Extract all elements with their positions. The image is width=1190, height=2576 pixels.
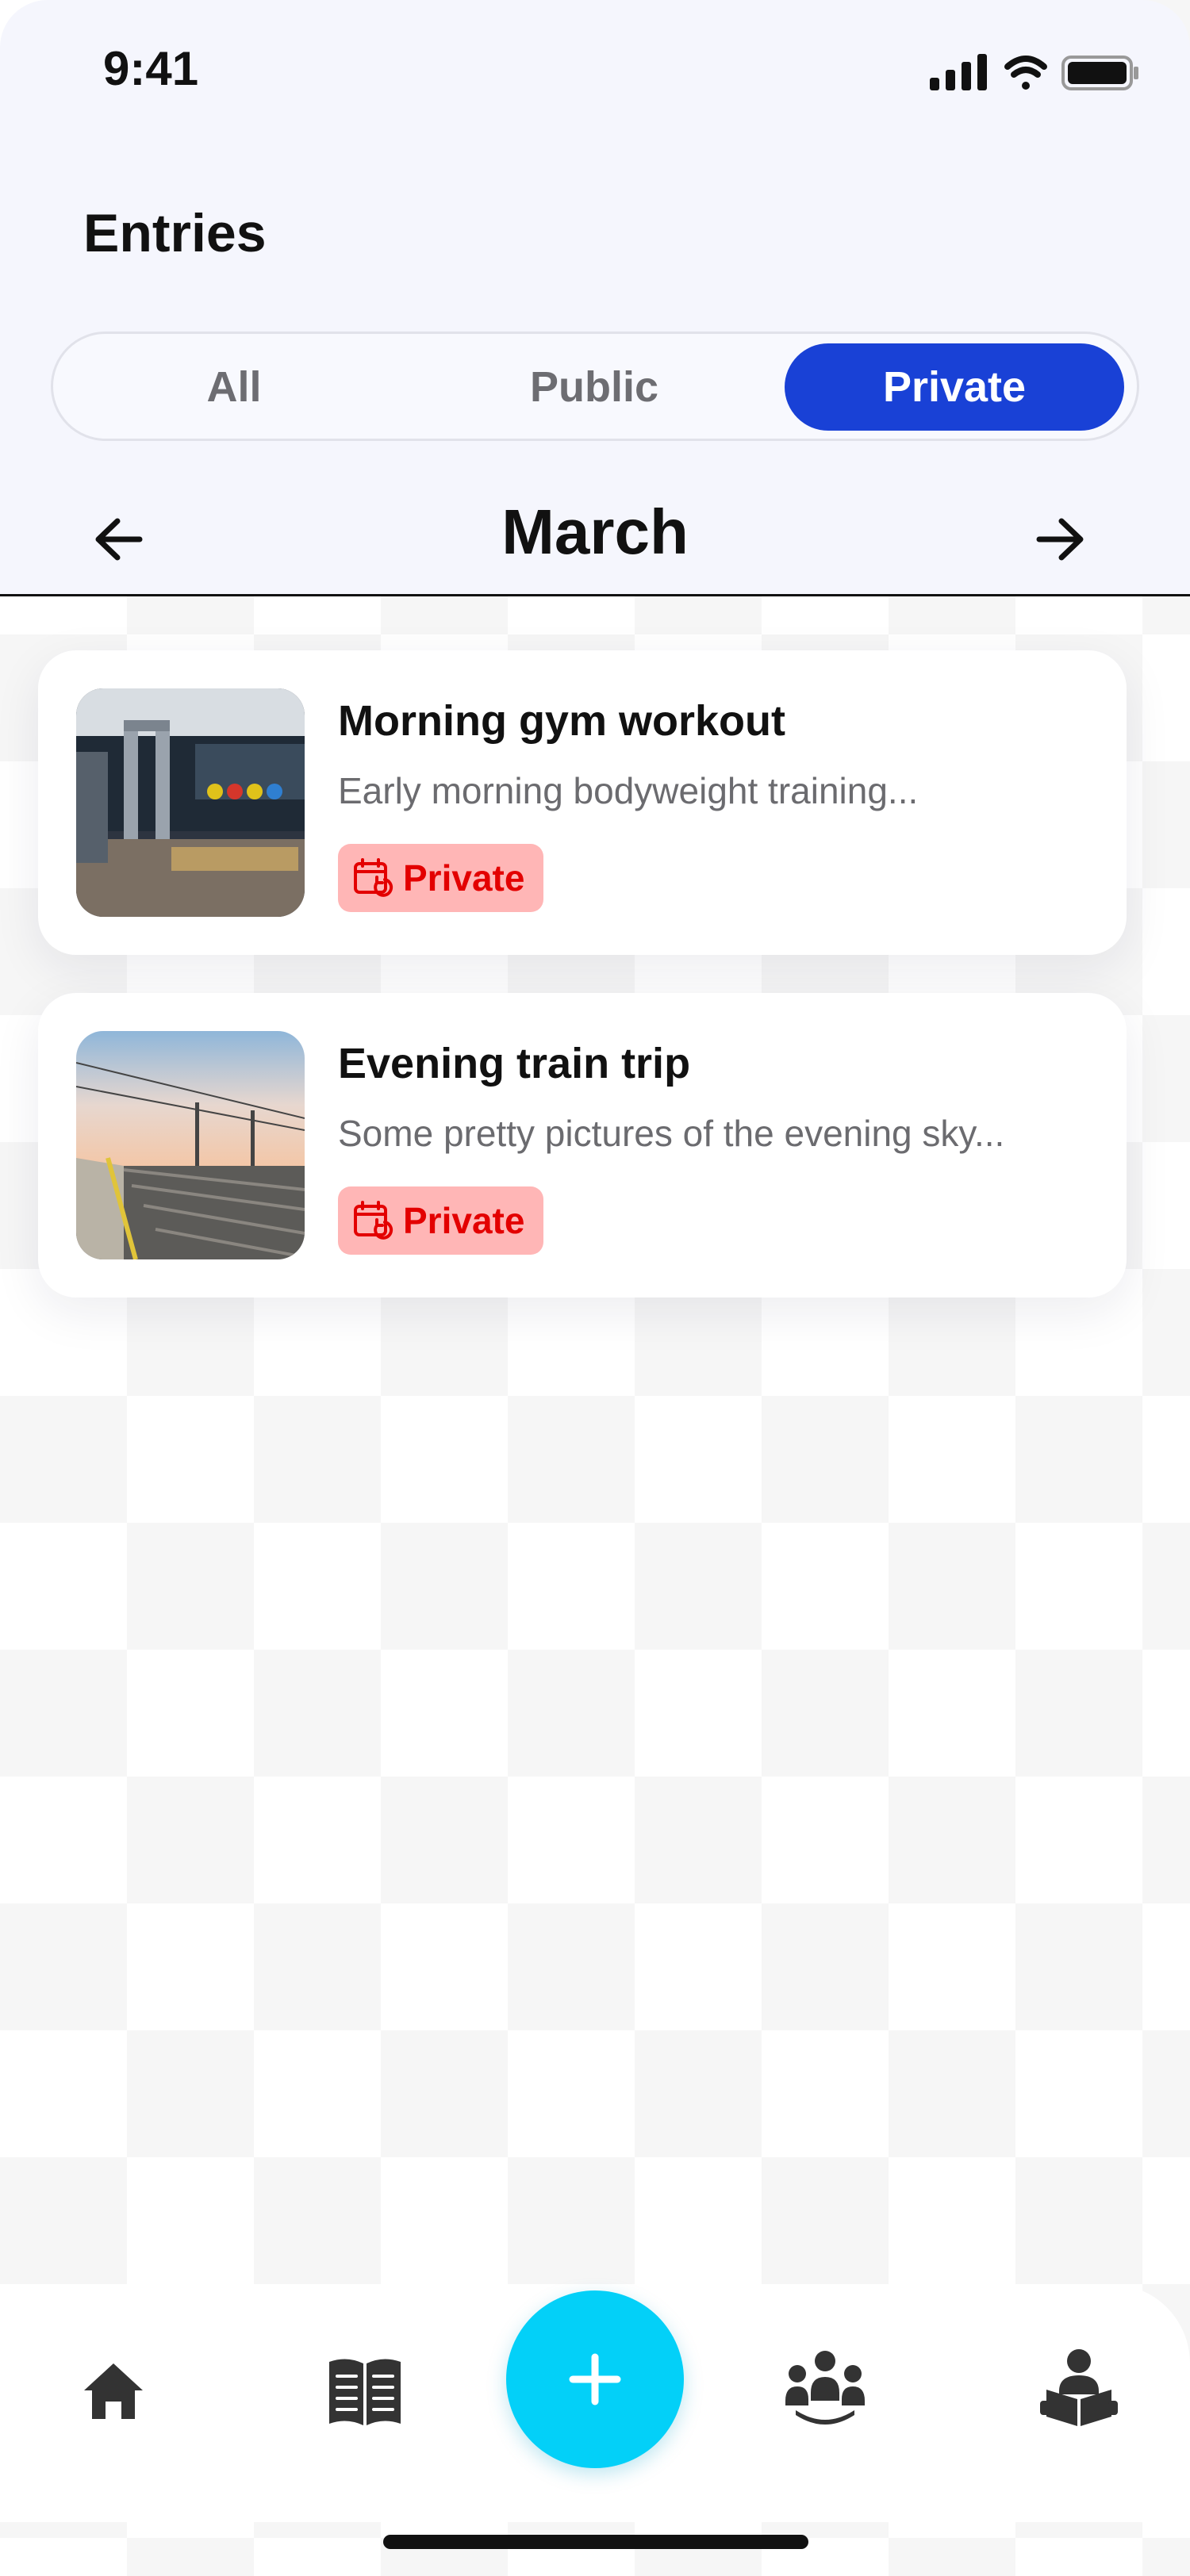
entry-description: Some pretty pictures of the evening sky.… xyxy=(338,1113,1005,1154)
battery-icon xyxy=(1061,56,1138,90)
entry-card[interactable]: Evening train trip Some pretty pictures … xyxy=(38,993,1127,1298)
entry-card[interactable]: Morning gym workout Early morning bodywe… xyxy=(38,650,1127,955)
privacy-badge: Private xyxy=(338,1186,544,1255)
visibility-filter: All Public Private xyxy=(51,332,1139,441)
journal-icon[interactable] xyxy=(321,2348,409,2435)
entry-description: Early morning bodyweight training... xyxy=(338,770,919,811)
header: 9:41 Entries All Public Private March xyxy=(0,0,1190,596)
gym-photo xyxy=(76,688,305,917)
tab-public[interactable]: Public xyxy=(424,343,764,431)
add-entry-button[interactable] xyxy=(506,2290,684,2468)
tab-all[interactable]: All xyxy=(64,343,404,431)
entry-title: Morning gym workout xyxy=(338,697,785,745)
month-label: March xyxy=(501,496,689,567)
calendar-repeat-icon xyxy=(354,858,393,897)
page-title: Entries xyxy=(83,203,267,263)
tab-private[interactable]: Private xyxy=(785,343,1124,431)
status-time: 9:41 xyxy=(103,42,199,95)
privacy-badge: Private xyxy=(338,844,544,912)
entry-title: Evening train trip xyxy=(338,1040,691,1087)
home-icon[interactable] xyxy=(78,2356,149,2427)
next-month-button[interactable] xyxy=(1023,504,1095,575)
reading-icon[interactable] xyxy=(1035,2344,1123,2431)
add-icon xyxy=(569,2353,621,2405)
cellular-signal-icon xyxy=(930,54,987,90)
privacy-badge-label: Private xyxy=(403,857,525,899)
privacy-badge-label: Private xyxy=(403,1200,525,1241)
arrow-right-icon xyxy=(1036,518,1084,561)
home-indicator xyxy=(383,2535,808,2549)
train-station-photo xyxy=(76,1031,305,1259)
community-icon[interactable] xyxy=(781,2344,869,2431)
calendar-repeat-icon xyxy=(354,1201,393,1240)
status-icons xyxy=(930,54,1138,90)
wifi-icon xyxy=(1004,56,1047,90)
